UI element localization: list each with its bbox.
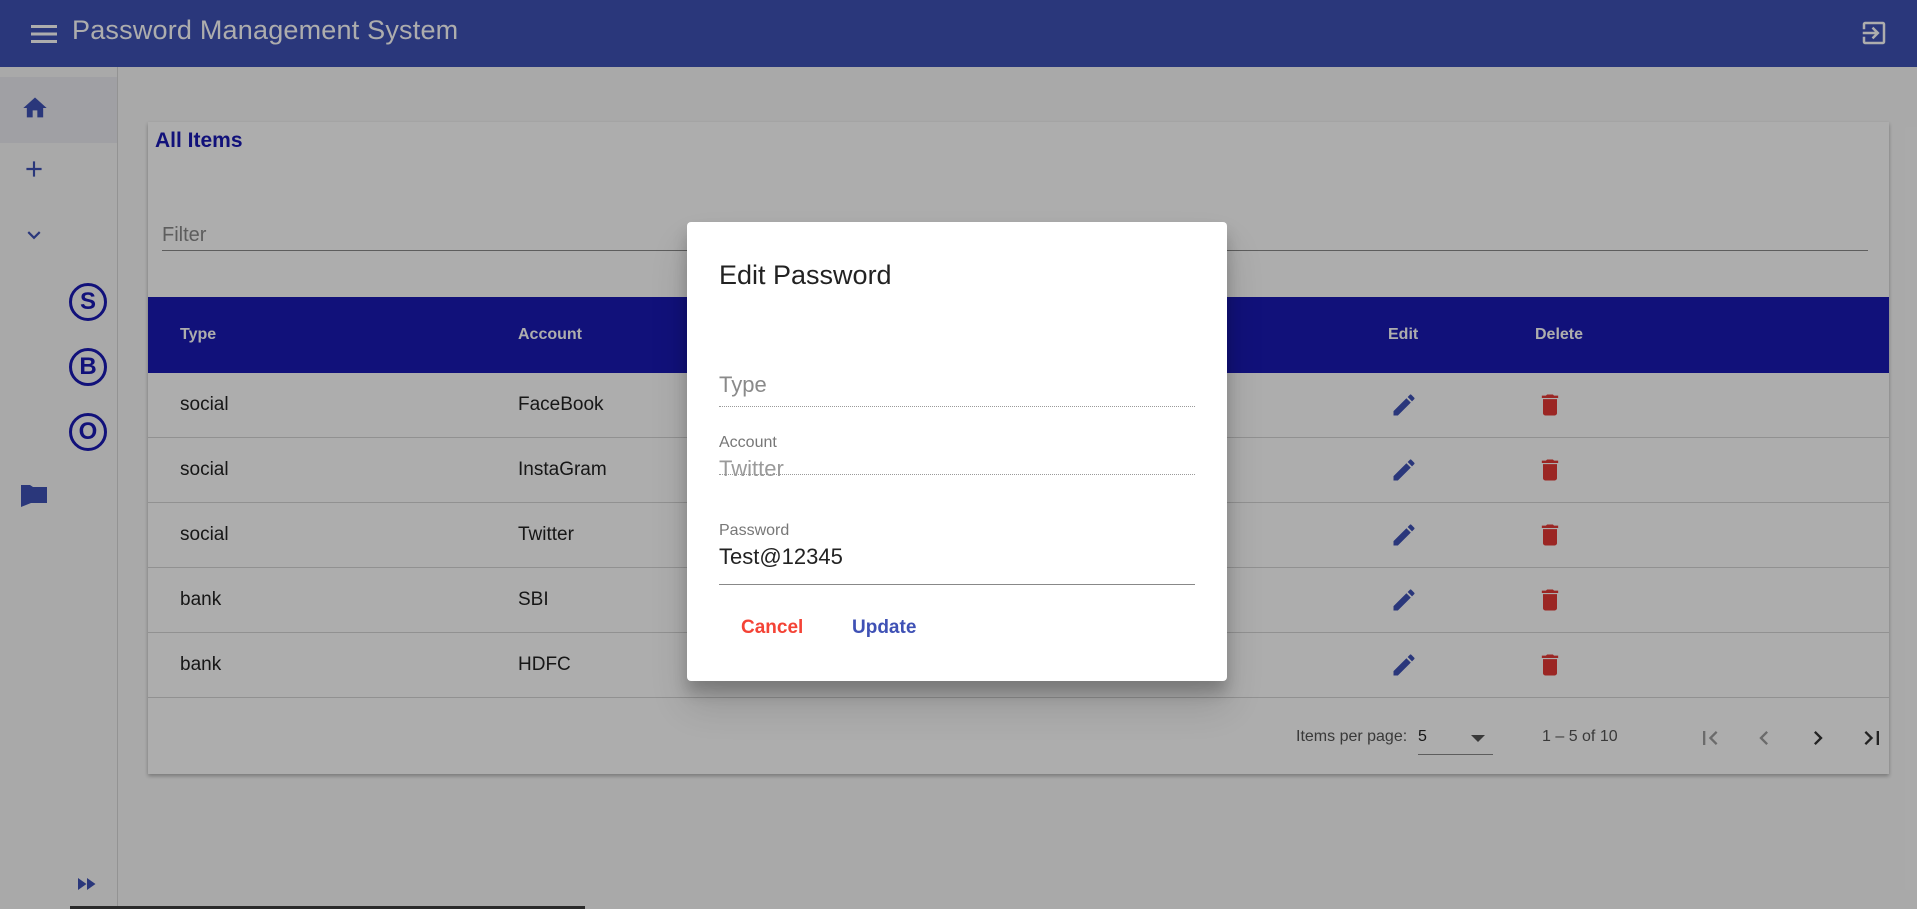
password-field[interactable]: Password Test@12345	[719, 500, 1195, 585]
dialog-title: Edit Password	[719, 260, 892, 290]
update-button[interactable]: Update	[852, 617, 916, 639]
cancel-button[interactable]: Cancel	[741, 617, 803, 639]
account-field[interactable]: Account Twitter	[719, 412, 1195, 481]
password-value: Test@12345	[719, 544, 843, 569]
edit-password-dialog: Edit Password Type Account Twitter Passw…	[687, 222, 1227, 681]
type-placeholder: Type	[719, 372, 767, 397]
password-label: Password	[719, 522, 790, 539]
type-field[interactable]: Type	[719, 350, 1195, 407]
account-label: Account	[719, 434, 777, 451]
account-value: Twitter	[719, 456, 784, 481]
